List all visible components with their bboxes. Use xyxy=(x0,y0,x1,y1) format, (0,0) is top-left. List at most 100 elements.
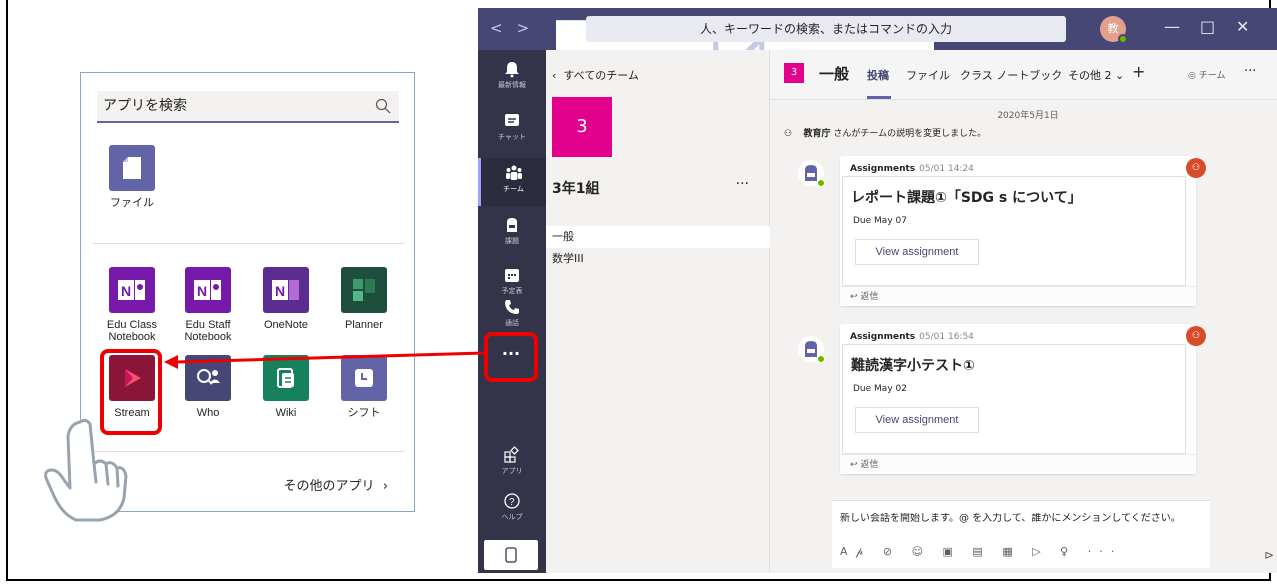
svg-text:N: N xyxy=(197,283,207,299)
svg-text:?: ? xyxy=(509,497,515,508)
calendar-icon xyxy=(505,269,519,282)
team-pane: ‹ すべてのチーム 3 3年1組 ··· 一般 数学III xyxy=(546,50,770,573)
reply-label: 返信 xyxy=(860,460,879,470)
app-label: シフト xyxy=(347,407,381,419)
history-nav: <> xyxy=(490,19,543,37)
app-search-input[interactable] xyxy=(97,91,357,121)
shifts-icon xyxy=(341,355,387,401)
chevron-right-icon: › xyxy=(382,479,388,494)
app-files[interactable]: ファイル xyxy=(101,145,163,209)
rail-item-teams[interactable]: チーム xyxy=(478,158,546,206)
assignment-icon xyxy=(507,218,517,232)
tab-more-label: その他 2 xyxy=(1068,69,1112,82)
channel-options-icon[interactable]: ··· xyxy=(1244,64,1256,79)
assignment-icon xyxy=(805,165,817,181)
post-meta: Assignments 05/01 16:54 xyxy=(850,332,974,342)
chevron-left-icon: ‹ xyxy=(552,69,557,82)
apps-icon xyxy=(504,446,519,463)
app-label: ファイル xyxy=(110,197,154,209)
onenote-class-icon: N xyxy=(109,267,155,313)
rail-item-assignments[interactable]: 課題 xyxy=(478,210,546,258)
presence-available-icon xyxy=(1118,34,1128,44)
more-apps-button[interactable]: ··· xyxy=(484,332,538,382)
all-teams-link[interactable]: ‹ すべてのチーム xyxy=(552,67,639,83)
reply-button[interactable]: ↩ 返信 xyxy=(840,286,1196,306)
add-tab-button[interactable]: + xyxy=(1132,62,1145,81)
team-options-icon[interactable]: ··· xyxy=(736,176,749,192)
app-wiki[interactable]: Wiki xyxy=(255,355,317,419)
channel-view: 3 一般 投稿 ファイル クラス ノートブック その他 2 ⌄ + ◎ チーム … xyxy=(770,50,1277,573)
rail-item-activity[interactable]: 最新情報 xyxy=(478,54,546,102)
assignments-bot-avatar[interactable] xyxy=(798,336,825,363)
tab-class-notebook[interactable]: クラス ノートブック xyxy=(960,67,1062,83)
compose-box[interactable]: A𝓅 ⊘ ☺ ▣ ▤ ▦ ▷ ♀ ··· xyxy=(832,500,1210,568)
rail-label: アプリ xyxy=(501,467,523,475)
team-info-button[interactable]: ◎ チーム xyxy=(1188,68,1225,81)
app-edu-staff-notebook[interactable]: N Edu Staff Notebook xyxy=(177,267,239,343)
app-label: Edu Staff Notebook xyxy=(184,319,232,343)
app-shifts[interactable]: シフト xyxy=(333,355,395,419)
reply-arrow-icon: ↩ xyxy=(850,292,858,302)
planner-icon xyxy=(341,267,387,313)
people-icon: ⚇ xyxy=(784,129,793,139)
channel-item-general[interactable]: 一般 xyxy=(546,226,770,248)
team-name: 3年1組 xyxy=(552,181,600,197)
close-icon[interactable]: ✕ xyxy=(1236,17,1249,36)
reply-button[interactable]: ↩ 返信 xyxy=(840,454,1196,474)
new-conversation-input[interactable] xyxy=(840,513,1200,524)
send-icon[interactable]: ⊳ xyxy=(1264,548,1274,562)
tab-more[interactable]: その他 2 ⌄ xyxy=(1068,67,1124,83)
system-message-text: さんがチームの説明を変更しました。 xyxy=(830,129,987,139)
team-info-label: チーム xyxy=(1198,71,1226,81)
view-assignment-button[interactable]: View assignment xyxy=(855,407,979,433)
command-box[interactable]: 人、キーワードの検索、またはコマンドの入力 xyxy=(586,16,1066,42)
pointing-hand-icon xyxy=(44,418,128,522)
rail-item-apps[interactable]: アプリ xyxy=(478,440,546,488)
view-assignment-button[interactable]: View assignment xyxy=(855,239,979,265)
chevron-down-icon: ⌄ xyxy=(1115,69,1125,82)
assignment-title: 難読漢字小テスト① xyxy=(851,358,975,374)
tab-posts[interactable]: 投稿 xyxy=(867,67,889,83)
app-search-box[interactable] xyxy=(97,91,399,123)
device-button[interactable] xyxy=(484,540,538,570)
team-reaction-icon[interactable]: ⚇ xyxy=(1186,326,1206,346)
maximize-icon[interactable]: □ xyxy=(1200,17,1215,36)
all-teams-label: すべてのチーム xyxy=(563,69,639,82)
rail-label: ヘルプ xyxy=(501,513,523,521)
search-icon[interactable] xyxy=(375,98,391,114)
team-reaction-icon[interactable]: ⚇ xyxy=(1186,158,1206,178)
app-edu-class-notebook[interactable]: N Edu Class Notebook xyxy=(101,267,163,343)
user-avatar[interactable]: 教 xyxy=(1100,16,1128,44)
svg-text:N: N xyxy=(275,283,285,299)
presence-available-icon xyxy=(817,179,825,187)
minimize-icon[interactable]: — xyxy=(1164,17,1180,36)
assignment-icon xyxy=(805,341,817,357)
app-onenote[interactable]: N OneNote xyxy=(255,267,317,331)
more-apps-link[interactable]: その他のアプリ › xyxy=(284,475,388,494)
rail-label: チーム xyxy=(503,185,524,193)
tab-files[interactable]: ファイル xyxy=(906,67,950,83)
wiki-icon xyxy=(263,355,309,401)
channel-item-math[interactable]: 数学III xyxy=(546,248,770,270)
back-arrow-icon[interactable]: < xyxy=(490,19,517,37)
app-label: Edu Class Notebook xyxy=(106,319,158,343)
onenote-staff-icon: N xyxy=(185,267,231,313)
assignments-bot-avatar[interactable] xyxy=(798,160,825,187)
compose-toolbar[interactable]: A𝓅 ⊘ ☺ ▣ ▤ ▦ ▷ ♀ ··· xyxy=(840,545,1122,559)
rail-item-chat[interactable]: チャット xyxy=(478,106,546,154)
rail-item-help[interactable]: ? ヘルプ xyxy=(478,486,546,534)
reply-label: 返信 xyxy=(860,292,879,302)
mobile-device-icon xyxy=(505,547,517,563)
chat-icon xyxy=(505,114,519,126)
forward-arrow-icon[interactable]: > xyxy=(517,19,544,37)
team-avatar: 3 xyxy=(552,97,612,157)
post-card: Assignments 05/01 14:24 レポート課題①「SDG s につい… xyxy=(840,156,1196,306)
post-time: 05/01 14:24 xyxy=(919,164,974,174)
channel-header: 3 一般 投稿 ファイル クラス ノートブック その他 2 ⌄ + ◎ チーム … xyxy=(770,50,1277,100)
channel-team-badge: 3 xyxy=(784,63,804,83)
post-card: Assignments 05/01 16:54 難読漢字小テスト① Due May… xyxy=(840,324,1196,474)
app-who[interactable]: Who xyxy=(177,355,239,419)
file-icon xyxy=(109,145,155,191)
app-label: Wiki xyxy=(275,407,297,419)
app-planner[interactable]: Planner xyxy=(333,267,395,331)
